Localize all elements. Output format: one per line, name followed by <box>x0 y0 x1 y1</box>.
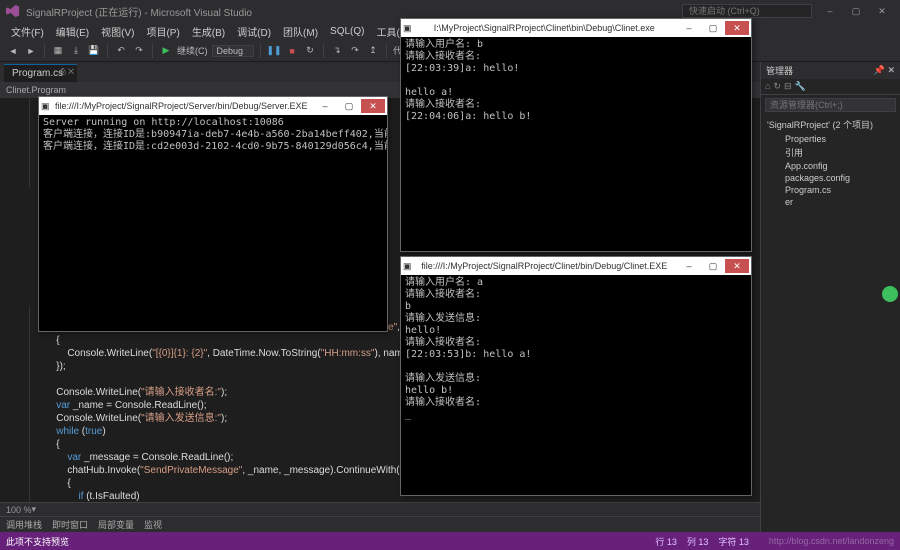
console-close-button[interactable]: ✕ <box>361 99 385 113</box>
server-console-window[interactable]: ▣ file:///I:/MyProject/SignalRProject/Se… <box>38 96 388 332</box>
console-min-button[interactable]: – <box>677 259 701 273</box>
client-a-console-window[interactable]: ▣ file:///I:/MyProject/SignalRProject/Cl… <box>400 256 752 496</box>
panel-toolbar: ⌂ ↻ ⊟ 🔧 <box>761 79 900 95</box>
console-close-button[interactable]: ✕ <box>725 21 749 35</box>
step-into-icon[interactable]: ↴ <box>330 44 344 58</box>
console-title: I:\MyProject\SignalRProject\Clinet\bin\D… <box>412 23 677 33</box>
console-title: file:///I:/MyProject/SignalRProject/Clin… <box>412 261 677 271</box>
config-dropdown[interactable]: Debug <box>212 45 255 57</box>
tab-label: Program.cs <box>12 68 63 79</box>
zoom-indicator[interactable]: 100 % ▾ <box>0 502 760 516</box>
menu-item[interactable]: SQL(Q) <box>325 25 369 38</box>
maximize-button[interactable]: ▢ <box>844 4 868 18</box>
client-b-console-window[interactable]: ▣ I:\MyProject\SignalRProject\Clinet\bin… <box>400 18 752 252</box>
status-bar: 此项不支持预览 行 13 列 13 字符 13 http://blog.csdn… <box>0 532 900 550</box>
close-button[interactable]: ✕ <box>870 4 894 18</box>
vs-logo-icon <box>6 4 20 18</box>
feedback-icon[interactable] <box>882 286 898 302</box>
nav-fwd-icon[interactable]: ► <box>24 44 38 58</box>
bottom-tab[interactable]: 即时窗口 <box>52 518 88 531</box>
tab-close-icon[interactable]: ⎙ ✕ <box>59 67 74 77</box>
console-min-button[interactable]: – <box>313 99 337 113</box>
menu-item[interactable]: 文件(F) <box>6 23 49 40</box>
minimize-button[interactable]: – <box>818 4 842 18</box>
console-output: 请输入用户名: a 请输入接收者名: b 请输入发送信息: hello! 请输入… <box>401 275 751 495</box>
menu-item[interactable]: 项目(P) <box>141 23 184 40</box>
bottom-tab[interactable]: 监视 <box>144 518 162 531</box>
console-icon: ▣ <box>403 23 412 34</box>
console-output: Server running on http://localhost:10086… <box>39 115 387 331</box>
bottom-tool-tabs: 调用堆栈即时窗口局部变量监视 <box>0 516 760 532</box>
redo-icon[interactable]: ↷ <box>132 44 146 58</box>
menu-item[interactable]: 生成(B) <box>187 23 230 40</box>
console-title: file:///I:/MyProject/SignalRProject/Serv… <box>50 101 313 111</box>
solution-tree[interactable]: 'SignalRProject' (2 个项目) Properties引用App… <box>761 115 900 211</box>
home-icon[interactable]: ⌂ <box>765 81 770 92</box>
status-message: 此项不支持预览 <box>6 535 69 548</box>
console-icon: ▣ <box>41 101 50 112</box>
tree-item[interactable]: Program.cs <box>775 184 896 196</box>
console-close-button[interactable]: ✕ <box>725 259 749 273</box>
restart-icon[interactable]: ↻ <box>303 44 317 58</box>
console-icon: ▣ <box>403 261 412 272</box>
solution-node[interactable]: 'SignalRProject' (2 个项目) <box>765 117 896 132</box>
panel-pin-icon[interactable]: 📌 ✕ <box>874 65 895 76</box>
tree-item[interactable]: 引用 <box>775 145 896 160</box>
undo-icon[interactable]: ↶ <box>114 44 128 58</box>
save-all-icon[interactable]: 💾 <box>87 44 101 58</box>
menu-item[interactable]: 调试(D) <box>232 23 276 40</box>
status-col: 列 13 <box>687 535 709 548</box>
bottom-tab[interactable]: 局部变量 <box>98 518 134 531</box>
tab-program-cs[interactable]: Program.cs ⎙ ✕ <box>4 64 77 82</box>
pause-icon[interactable]: ❚❚ <box>267 44 281 58</box>
console-output: 请输入用户名: b 请输入接收者名: [22:03:39]a: hello! h… <box>401 37 751 251</box>
tree-item[interactable]: App.config <box>775 160 896 172</box>
tree-item[interactable]: packages.config <box>775 172 896 184</box>
continue-icon[interactable]: ▶ <box>159 44 173 58</box>
menu-item[interactable]: 视图(V) <box>96 23 139 40</box>
collapse-icon[interactable]: ⊟ <box>784 81 792 92</box>
stop-icon[interactable]: ■ <box>285 44 299 58</box>
panel-header: 管理器 📌 ✕ <box>761 62 900 79</box>
solution-explorer: 管理器 📌 ✕ ⌂ ↻ ⊟ 🔧 'SignalRProject' (2 个项目)… <box>760 62 900 532</box>
menu-item[interactable]: 团队(M) <box>278 23 323 40</box>
console-max-button[interactable]: ▢ <box>701 21 725 35</box>
status-ln: 行 13 <box>655 535 677 548</box>
new-icon[interactable]: ▦ <box>51 44 65 58</box>
console-min-button[interactable]: – <box>677 21 701 35</box>
status-ch: 字符 13 <box>718 535 749 548</box>
refresh-icon[interactable]: ↻ <box>773 81 781 92</box>
console-max-button[interactable]: ▢ <box>337 99 361 113</box>
watermark: http://blog.csdn.net/landonzeng <box>769 536 894 546</box>
nav-back-icon[interactable]: ◄ <box>6 44 20 58</box>
console-max-button[interactable]: ▢ <box>701 259 725 273</box>
window-title: SignalRProject (正在运行) - Microsoft Visual… <box>26 4 252 19</box>
menu-item[interactable]: 编辑(E) <box>51 23 94 40</box>
tree-item[interactable]: er <box>775 196 896 208</box>
open-icon[interactable]: ⤓ <box>69 44 83 58</box>
properties-icon[interactable]: 🔧 <box>795 81 806 92</box>
step-over-icon[interactable]: ↷ <box>348 44 362 58</box>
tree-item[interactable]: Properties <box>775 133 896 145</box>
solution-search-input[interactable] <box>765 98 896 112</box>
quick-launch-input[interactable] <box>682 4 812 18</box>
bottom-tab[interactable]: 调用堆栈 <box>6 518 42 531</box>
step-out-icon[interactable]: ↥ <box>366 44 380 58</box>
